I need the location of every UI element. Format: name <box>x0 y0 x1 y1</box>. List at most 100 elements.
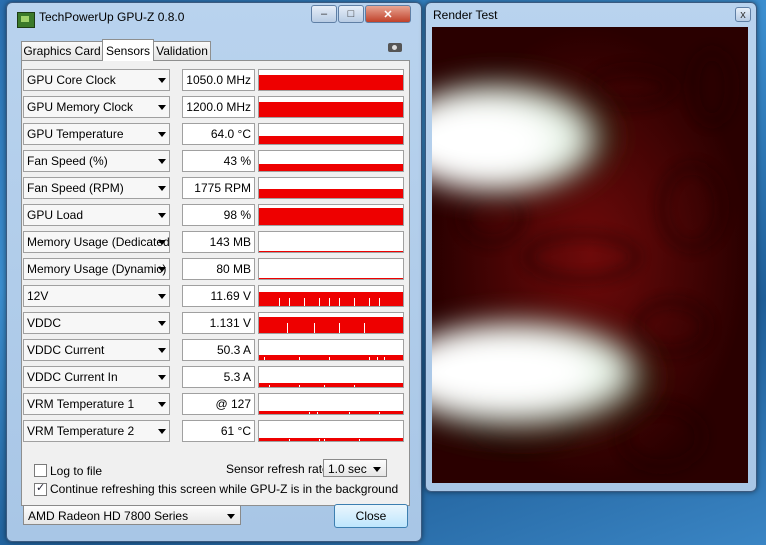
tab-label: Graphics Card <box>23 44 101 58</box>
sensor-row-gpu-load: GPU Load 98 % <box>23 204 404 226</box>
sensor-graph <box>258 150 404 172</box>
log-to-file-checkbox[interactable] <box>34 464 47 477</box>
render-fur-image <box>432 27 748 483</box>
sensor-name-select[interactable]: Memory Usage (Dedicated) <box>23 231 170 253</box>
sensor-name-select[interactable]: Memory Usage (Dynamic) <box>23 258 170 280</box>
sensor-name-select[interactable]: VRM Temperature 2 <box>23 420 170 442</box>
sensor-name: GPU Core Clock <box>27 73 116 87</box>
close-button[interactable]: Close <box>334 504 408 528</box>
chevron-down-icon <box>158 105 166 110</box>
render-test-window: Render Test x <box>425 2 757 492</box>
minimize-icon: – <box>320 8 328 20</box>
chevron-down-icon <box>158 159 166 164</box>
sensor-graph-dip <box>339 298 340 306</box>
sensor-row-12v: 12V 11.69 V <box>23 285 404 307</box>
tab-validation[interactable]: Validation <box>153 41 211 60</box>
sensor-value: 50.3 A <box>182 339 255 361</box>
sensor-graph-dip <box>354 298 355 306</box>
continue-refresh-label: Continue refreshing this screen while GP… <box>50 482 399 496</box>
sensor-name-select[interactable]: VDDC <box>23 312 170 334</box>
sensor-graph-dip <box>324 385 325 387</box>
log-to-file-label: Log to file <box>50 464 103 478</box>
maximize-icon: □ <box>347 8 355 20</box>
sensor-graph-fill <box>259 189 403 198</box>
gpuz-titlebar[interactable]: TechPowerUp GPU-Z 0.8.0 – □ ✕ <box>7 3 421 31</box>
gpu-select-value: AMD Radeon HD 7800 Series <box>28 509 189 523</box>
sensor-graph <box>258 312 404 334</box>
sensor-name: Memory Usage (Dedicated) <box>27 235 170 249</box>
sensor-name-select[interactable]: VRM Temperature 1 <box>23 393 170 415</box>
chevron-down-icon <box>158 375 166 380</box>
sensor-graph <box>258 231 404 253</box>
sensor-graph <box>258 96 404 118</box>
chevron-down-icon <box>158 78 166 83</box>
sensor-graph-dip <box>309 412 310 414</box>
sensor-name-select[interactable]: Fan Speed (RPM) <box>23 177 170 199</box>
gpu-select[interactable]: AMD Radeon HD 7800 Series <box>23 505 241 525</box>
sensor-value: 1050.0 MHz <box>182 69 255 91</box>
gpuz-window: TechPowerUp GPU-Z 0.8.0 – □ ✕ Graphics C… <box>6 2 422 542</box>
sensor-graph-dip <box>379 298 380 306</box>
sensor-value: 80 MB <box>182 258 255 280</box>
close-window-button[interactable]: ✕ <box>365 5 411 23</box>
sensor-name: Fan Speed (%) <box>27 154 108 168</box>
sensor-name-select[interactable]: VDDC Current In <box>23 366 170 388</box>
render-title: Render Test <box>433 8 498 22</box>
chevron-down-icon <box>158 348 166 353</box>
sensor-graph-dip <box>319 298 320 306</box>
maximize-button[interactable]: □ <box>338 5 364 23</box>
sensor-value: 1.131 V <box>182 312 255 334</box>
continue-refresh-checkbox[interactable] <box>34 481 47 496</box>
sensor-row-gpu-temperature: GPU Temperature 64.0 °C <box>23 123 404 145</box>
sensor-row-memory-usage-dynamic: Memory Usage (Dynamic) 80 MB <box>23 258 404 280</box>
sensor-graph-fill <box>259 355 403 360</box>
sensor-name-select[interactable]: GPU Load <box>23 204 170 226</box>
sensor-name: VDDC Current In <box>27 370 118 384</box>
sensor-value: 43 % <box>182 150 255 172</box>
sensor-graph-dip <box>369 357 370 360</box>
sensor-value: 11.69 V <box>182 285 255 307</box>
sensor-row-vddc: VDDC 1.131 V <box>23 312 404 334</box>
sensor-value: 1200.0 MHz <box>182 96 255 118</box>
sensor-graph-dip <box>264 357 265 360</box>
chevron-down-icon <box>158 321 166 326</box>
sensor-graph <box>258 123 404 145</box>
sensor-name: GPU Memory Clock <box>27 100 134 114</box>
refresh-rate-label: Sensor refresh rate: <box>226 462 333 476</box>
tab-graphics-card[interactable]: Graphics Card <box>21 41 103 60</box>
chevron-down-icon <box>158 186 166 191</box>
render-close-button[interactable]: x <box>735 7 751 22</box>
sensor-graph-dip <box>369 298 370 306</box>
minimize-button[interactable]: – <box>311 5 337 23</box>
sensor-graph-fill <box>259 292 403 306</box>
sensor-name-select[interactable]: GPU Core Clock <box>23 69 170 91</box>
tab-label: Sensors <box>105 43 151 58</box>
sensor-graph <box>258 366 404 388</box>
chevron-down-icon <box>158 213 166 218</box>
sensor-row-fan-speed: Fan Speed (%) 43 % <box>23 150 404 172</box>
sensor-name-select[interactable]: VDDC Current <box>23 339 170 361</box>
chevron-down-icon <box>158 240 166 245</box>
sensor-name-select[interactable]: 12V <box>23 285 170 307</box>
tab-sensors[interactable]: Sensors <box>102 39 154 61</box>
sensor-graph <box>258 420 404 442</box>
camera-icon[interactable] <box>388 43 402 52</box>
sensor-graph-dip <box>364 323 365 333</box>
gpuz-title: TechPowerUp GPU-Z 0.8.0 <box>39 10 185 24</box>
sensor-name: GPU Load <box>27 208 84 222</box>
sensor-graph <box>258 69 404 91</box>
sensor-graph-dip <box>299 357 300 360</box>
sensor-name-select[interactable]: Fan Speed (%) <box>23 150 170 172</box>
render-canvas <box>432 27 748 483</box>
sensor-name-select[interactable]: GPU Temperature <box>23 123 170 145</box>
tab-label: Validation <box>156 44 208 58</box>
sensor-graph <box>258 258 404 280</box>
sensor-name: 12V <box>27 289 49 303</box>
chevron-down-icon <box>158 429 166 434</box>
sensor-name-select[interactable]: GPU Memory Clock <box>23 96 170 118</box>
sensor-value: 5.3 A <box>182 366 255 388</box>
sensor-row-vrm-temperature-2: VRM Temperature 2 61 °C <box>23 420 404 442</box>
refresh-rate-select[interactable]: 1.0 sec <box>323 459 387 477</box>
sensor-graph-dip <box>287 323 288 333</box>
sensor-graph-dip <box>319 439 320 441</box>
